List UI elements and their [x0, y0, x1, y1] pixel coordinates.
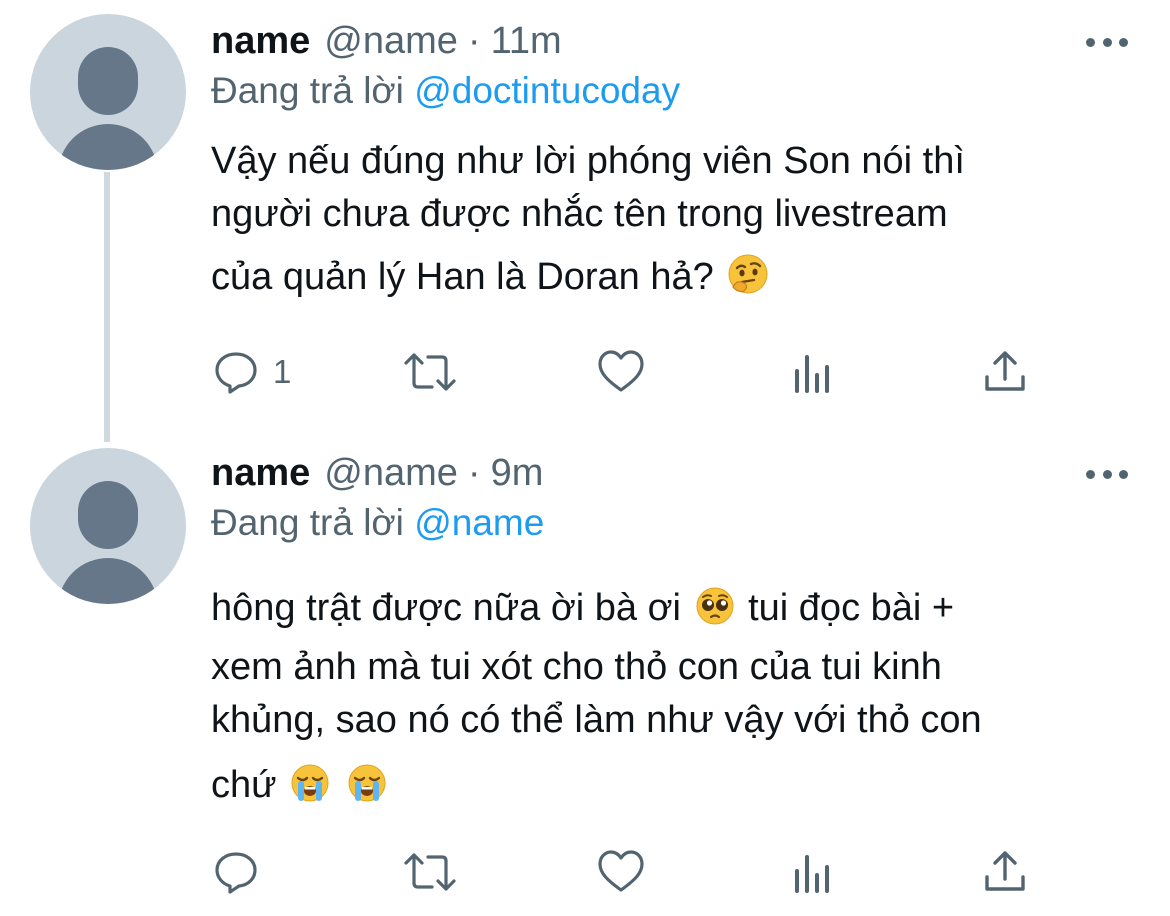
tweet-text-line-wrap: của quản lý Han là Doran hả? — [211, 251, 1131, 310]
analytics-icon — [791, 349, 835, 395]
share-button[interactable] — [982, 842, 1028, 902]
tweet-text-line: của quản lý Han là Doran hả? — [211, 256, 714, 298]
loudly-crying-face-emoji — [290, 763, 330, 818]
loudly-crying-face-emoji — [347, 763, 387, 818]
more-icon[interactable] — [1086, 464, 1128, 484]
tweet-text-line-wrap: chứ — [211, 759, 1131, 818]
separator-dot: · — [467, 19, 481, 62]
like-icon — [597, 849, 645, 895]
retweet-icon — [402, 349, 458, 395]
avatar-body-shape — [58, 558, 158, 604]
like-icon — [597, 349, 645, 395]
tweet-text-line: tui đọc bài + — [748, 587, 955, 629]
tweet-text-line: Vậy nếu đúng như lời phóng viên Son nói … — [211, 140, 965, 182]
display-name[interactable]: name — [211, 452, 310, 495]
action-bar: 1 — [0, 342, 1170, 402]
share-button[interactable] — [982, 342, 1028, 402]
tweet-text-line: xem ảnh mà tui xót cho thỏ con của tui k… — [211, 646, 942, 688]
share-icon — [982, 349, 1028, 395]
action-bar — [0, 842, 1170, 902]
analytics-icon — [791, 849, 835, 895]
tweet-text: Vậy nếu đúng như lời phóng viên Son nói … — [211, 135, 1131, 310]
tweet[interactable]: name @name · 9m Đang trả lời @name hông … — [0, 440, 1170, 916]
reply-button[interactable] — [213, 842, 273, 902]
avatar-head-shape — [78, 481, 138, 549]
retweet-button[interactable] — [402, 342, 458, 402]
tweet-text-line: hông trật được nữa ời bà ơi — [211, 587, 681, 629]
avatar-head-shape — [78, 47, 138, 115]
avatar-body-shape — [58, 124, 158, 170]
tweet-text-line: người chưa được nhắc tên trong livestrea… — [211, 193, 948, 235]
tweet-text-line: chứ — [211, 764, 277, 806]
separator-dot: · — [467, 451, 481, 494]
reply-icon — [213, 349, 259, 395]
mention-link[interactable]: @name — [414, 502, 544, 543]
thinking-face-emoji — [727, 253, 769, 310]
analytics-button[interactable] — [791, 342, 835, 402]
like-button[interactable] — [597, 342, 645, 402]
tweet-header: name @name · 11m — [211, 13, 562, 69]
replying-to: Đang trả lời @doctintucoday — [211, 70, 680, 112]
like-button[interactable] — [597, 842, 645, 902]
display-name[interactable]: name — [211, 20, 310, 63]
avatar[interactable] — [30, 14, 186, 170]
user-handle[interactable]: @name — [324, 452, 458, 495]
replying-to-label: Đang trả lời — [211, 502, 404, 543]
replying-to: Đang trả lời @name — [211, 502, 544, 544]
tweet-text-line: khủng, sao nó có thể làm như vậy với thỏ… — [211, 699, 982, 741]
reply-count: 1 — [273, 353, 292, 390]
analytics-button[interactable] — [791, 842, 835, 902]
timestamp[interactable]: 9m — [491, 452, 544, 495]
tweet-header: name @name · 9m — [211, 445, 543, 501]
mention-link[interactable]: @doctintucoday — [414, 70, 680, 111]
replying-to-label: Đang trả lời — [211, 70, 404, 111]
retweet-button[interactable] — [402, 842, 458, 902]
tweet[interactable]: name @name · 11m Đang trả lời @doctintuc… — [0, 0, 1170, 442]
avatar[interactable] — [30, 448, 186, 604]
tweet-text: hông trật được nữa ời bà ơi tui đọc bài … — [211, 582, 1131, 818]
more-icon[interactable] — [1086, 32, 1128, 52]
reply-button[interactable]: 1 — [213, 342, 291, 402]
timestamp[interactable]: 11m — [491, 20, 562, 63]
tweet-text-line-wrap: hông trật được nữa ời bà ơi tui đọc bài … — [211, 582, 1131, 641]
reply-icon — [213, 849, 259, 895]
share-icon — [982, 849, 1028, 895]
retweet-icon — [402, 849, 458, 895]
user-handle[interactable]: @name — [324, 20, 458, 63]
pleading-face-emoji — [695, 586, 735, 641]
